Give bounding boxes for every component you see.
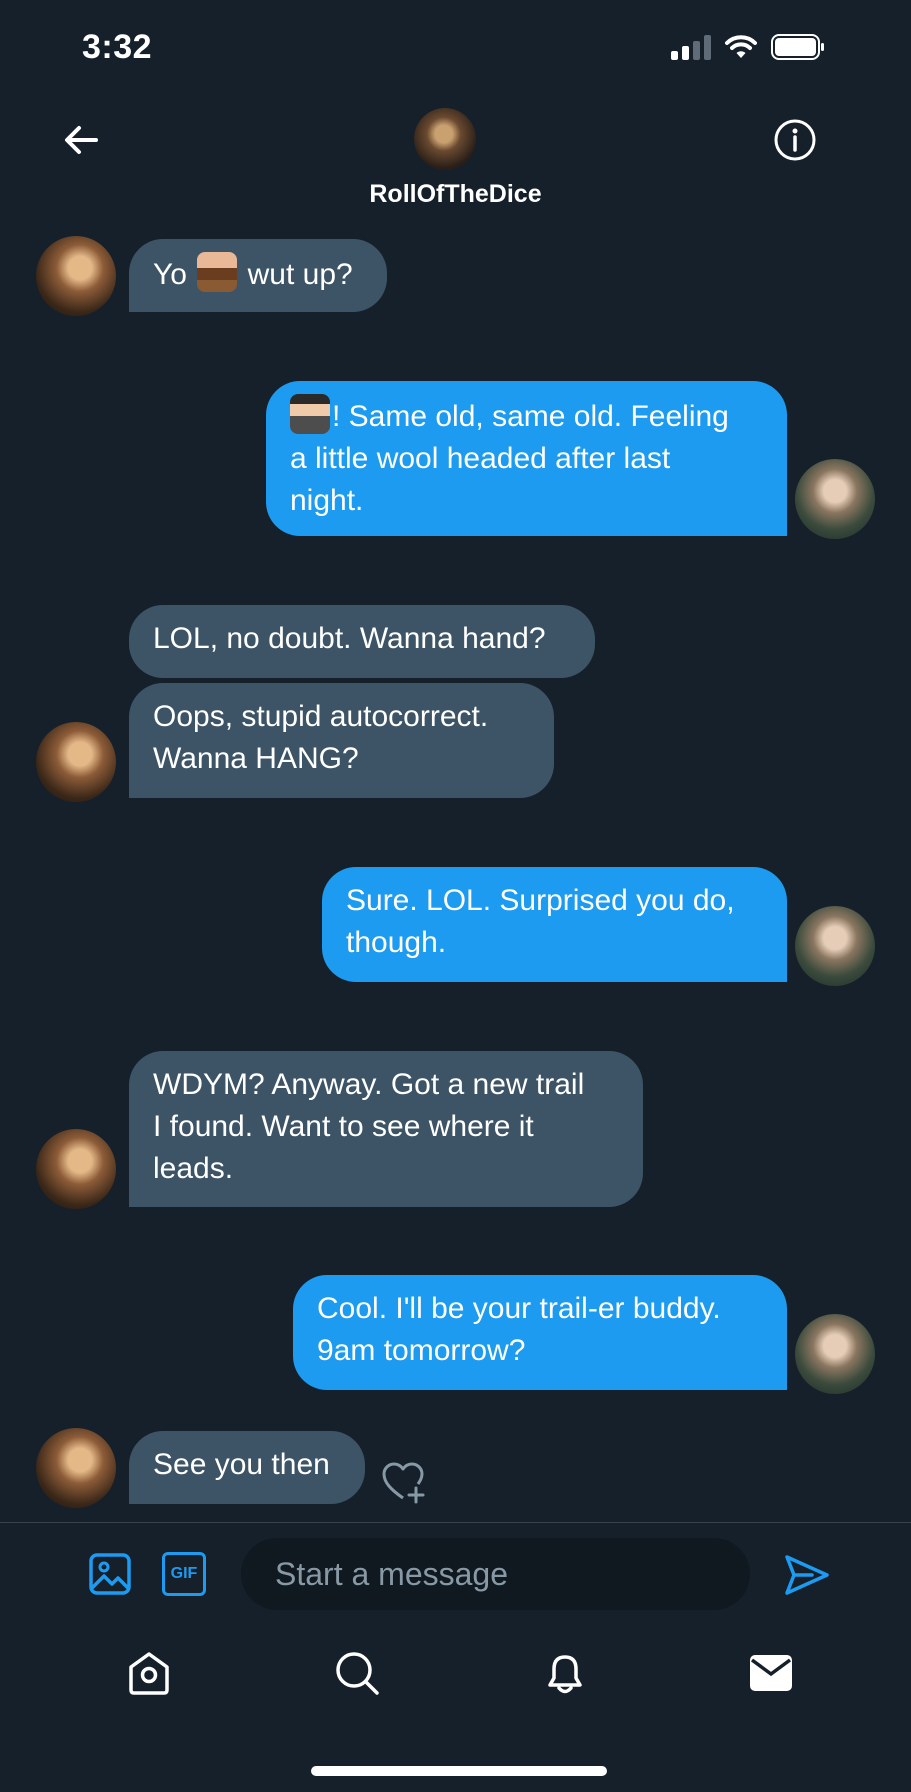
mail-icon[interactable] <box>748 1650 794 1696</box>
my-avatar[interactable] <box>795 459 875 539</box>
my-avatar[interactable] <box>795 906 875 986</box>
man-technologist-emoji <box>290 394 330 434</box>
message-bubble-incoming[interactable]: Oops, stupid autocorrect. Wanna HANG? <box>129 683 554 798</box>
contact-avatar[interactable] <box>36 236 116 316</box>
contact-avatar[interactable] <box>36 1129 116 1209</box>
battery-icon <box>771 34 824 60</box>
status-icons <box>671 34 825 60</box>
my-avatar[interactable] <box>795 1314 875 1394</box>
cellular-signal-icon <box>671 34 711 60</box>
contact-avatar[interactable] <box>36 1428 116 1508</box>
message-text: Sure. LOL. Surprised you do, <box>346 884 735 917</box>
message-text: Yo <box>153 258 196 291</box>
image-icon[interactable] <box>88 1552 132 1596</box>
message-bubble-outgoing[interactable]: ! Same old, same old. Feeling a little w… <box>266 381 787 536</box>
message-bubble-incoming[interactable]: Yo wut up? <box>129 239 387 312</box>
message-text: night. <box>290 484 364 517</box>
message-text: ! Same old, same old. Feeling <box>332 400 729 433</box>
gif-label: GIF <box>170 1565 198 1582</box>
message-text: wut up? <box>239 258 353 291</box>
bell-icon[interactable] <box>542 1650 588 1696</box>
message-bubble-outgoing[interactable]: Sure. LOL. Surprised you do, though. <box>322 867 787 982</box>
message-text: See you then <box>153 1448 330 1481</box>
gif-icon[interactable]: GIF <box>162 1552 206 1596</box>
message-text: Wanna HANG? <box>153 742 359 775</box>
info-icon[interactable] <box>771 116 819 164</box>
contact-avatar[interactable] <box>414 108 476 170</box>
person-hiking-emoji <box>197 252 238 292</box>
back-arrow-icon[interactable] <box>58 116 106 164</box>
contact-name[interactable]: RollOfTheDice <box>0 180 911 209</box>
send-icon[interactable] <box>784 1553 830 1597</box>
message-text: I found. Want to see where it <box>153 1110 534 1143</box>
wifi-icon <box>725 35 757 58</box>
message-text: Cool. I'll be your trail-er buddy. <box>317 1292 721 1325</box>
heart-add-icon[interactable] <box>380 1458 426 1504</box>
message-text: WDYM? Anyway. Got a new trail <box>153 1068 585 1101</box>
message-text: 9am tomorrow? <box>317 1334 526 1367</box>
home-indicator[interactable] <box>311 1766 607 1776</box>
message-text: a little wool headed after last <box>290 442 671 475</box>
message-text: LOL, no doubt. Wanna hand? <box>153 622 546 655</box>
message-bubble-incoming[interactable]: See you then <box>129 1431 365 1504</box>
composer-divider <box>0 1522 911 1523</box>
message-text: leads. <box>153 1152 234 1185</box>
contact-avatar[interactable] <box>36 722 116 802</box>
message-bubble-incoming[interactable]: WDYM? Anyway. Got a new trail I found. W… <box>129 1051 643 1207</box>
message-text: Oops, stupid autocorrect. <box>153 700 489 733</box>
status-time: 3:32 <box>82 28 153 66</box>
message-text: though. <box>346 926 447 959</box>
message-input[interactable] <box>241 1538 750 1610</box>
message-bubble-outgoing[interactable]: Cool. I'll be your trail-er buddy. 9am t… <box>293 1275 787 1390</box>
search-icon[interactable] <box>334 1650 380 1696</box>
home-icon[interactable] <box>126 1650 172 1696</box>
message-bubble-incoming[interactable]: LOL, no doubt. Wanna hand? <box>129 605 595 678</box>
